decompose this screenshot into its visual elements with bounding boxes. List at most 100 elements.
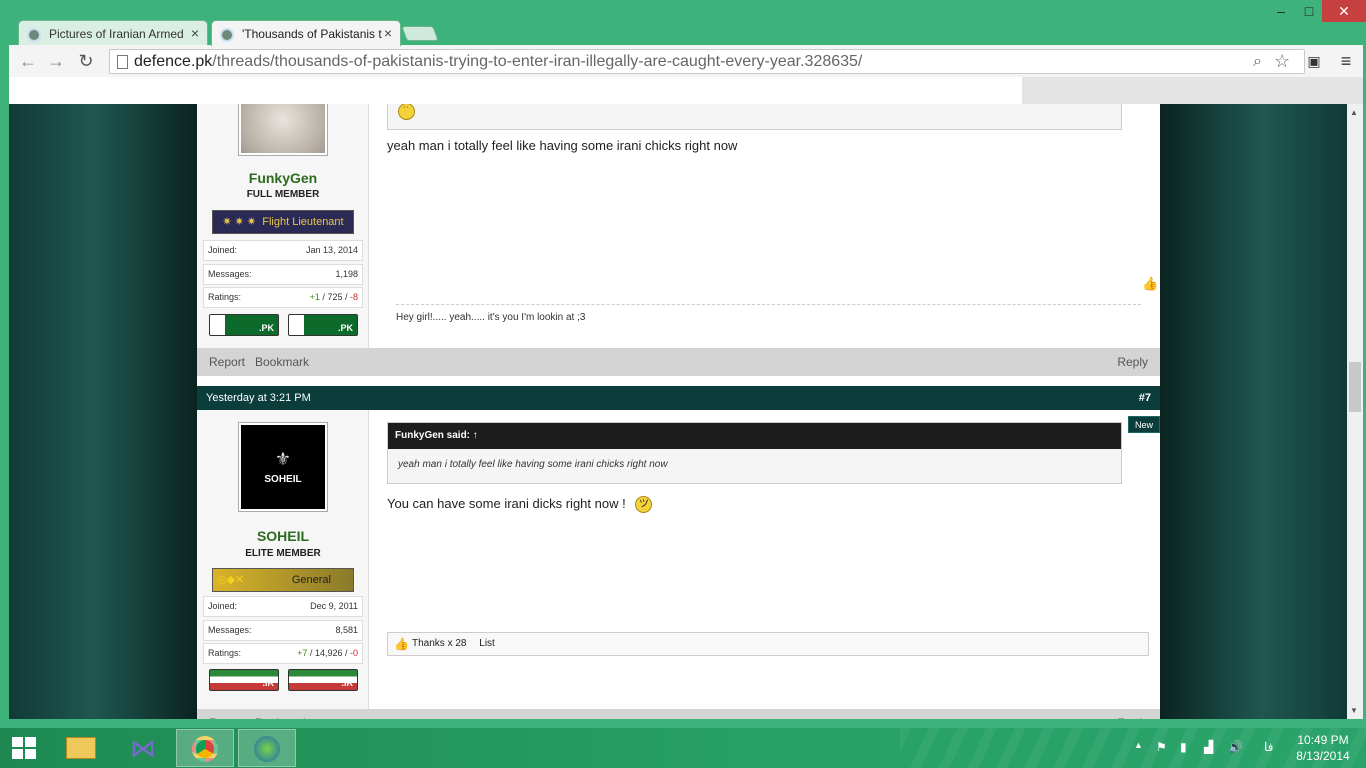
post-message-text: You can have some irani dicks right now … [387,496,626,511]
url-domain: defence.pk [134,53,213,70]
stat-label: Messages: [208,625,252,635]
avatar[interactable] [238,104,328,156]
tab-title: Pictures of Iranian Armed [49,27,184,41]
smiley-icon: ˙˙ [398,104,415,120]
tab-pictures-iranian-armed[interactable]: Pictures of Iranian Armed × [18,20,208,46]
quote-author[interactable]: FunkyGen said: ↑ [388,423,1121,449]
username[interactable]: FunkyGen [197,170,369,186]
page-background-left [9,104,197,719]
url-path: /threads/thousands-of-pakistanis-trying-… [212,53,863,70]
rank-badge: ✷ ✷ ✷ Flight Lieutenant [212,210,354,234]
scroll-up-icon[interactable]: ▲ [1350,108,1358,117]
post-soheil: ⚜ SOHEIL SOHEIL ELITE MEMBER ◎◆✕ General… [197,410,1160,719]
reload-icon[interactable]: ↻ [75,51,97,73]
site-favicon-icon [220,28,234,42]
reply-link[interactable]: Reply [1117,348,1148,376]
stat-value: +1 / 725 / -8 [309,292,358,302]
stat-value: +7 / 14,926 / -0 [297,648,358,658]
windows-taskbar: ⋈ ▲ ⚑ ▮ ▟ 🔊 فا 10:49 PM 8/13/2014 [0,728,1366,768]
file-explorer-icon[interactable] [52,729,110,767]
volume-icon[interactable]: 🔊 [1228,740,1243,754]
forward-arrow-icon[interactable]: → [45,51,67,73]
page-scrollbar[interactable]: ▲ ▼ [1347,104,1363,719]
extension-icon[interactable]: ▣ [1303,51,1325,73]
menu-icon[interactable]: ≡ [1335,51,1357,73]
post-footer: Report Bookmark Reply [197,348,1160,376]
action-center-flag-icon[interactable]: ⚑ [1156,740,1167,754]
new-tab-button[interactable] [401,26,439,41]
user-title: FULL MEMBER [246,189,320,200]
search-icon[interactable]: ⌕ [1253,53,1262,71]
language-indicator[interactable]: فا [1264,740,1273,754]
power-icon[interactable]: ▮ [1180,740,1187,754]
windows-start-icon[interactable] [12,737,36,759]
post-time[interactable]: Yesterday at 3:21 PM [206,392,311,404]
tab-strip: Pictures of Iranian Armed × 'Thousands o… [0,0,1366,46]
stat-value: 8,581 [335,625,358,635]
user-info-panel: ⚜ SOHEIL SOHEIL ELITE MEMBER ◎◆✕ General… [197,410,369,710]
show-hidden-icons[interactable]: ▲ [1134,740,1143,750]
stat-ratings: Ratings: +7 / 14,926 / -0 [203,643,363,664]
scrollbar-thumb[interactable] [1349,362,1361,412]
rank-insignia-icon: ◎◆✕ [217,574,245,586]
like-icon[interactable]: 👍 [1142,276,1158,292]
quote-text: yeah man i totally feel like having some… [398,459,668,470]
user-info-panel: FunkyGen FULL MEMBER ✷ ✷ ✷ Flight Lieute… [197,104,369,348]
maximize-button[interactable]: □ [1294,0,1324,22]
tab-close-icon[interactable]: × [384,25,392,41]
stat-label: Ratings: [208,292,242,302]
stat-value: Dec 9, 2011 [310,601,358,611]
bookmark-star-icon[interactable]: ☆ [1274,51,1290,72]
reply-link[interactable]: Reply [1117,709,1148,719]
report-link[interactable]: Report [209,709,245,719]
page-background-right [1159,104,1347,719]
post-number[interactable]: #7 [1139,386,1151,410]
minimize-button[interactable]: – [1266,0,1296,22]
country-flag-pk: .PK [209,314,279,336]
rating-negative: -8 [349,292,358,302]
country-flag-ir: .IR [209,669,279,691]
bookmark-link[interactable]: Bookmark [255,348,309,376]
back-arrow-icon[interactable]: ← [17,51,39,73]
tab-thousands-of-pakistanis[interactable]: 'Thousands of Pakistanis t × [211,20,401,46]
rank-label: Flight Lieutenant [262,216,344,228]
stat-value: 1,198 [335,269,358,279]
tab-title: 'Thousands of Pakistanis t [242,27,382,41]
chrome-icon[interactable] [176,729,234,767]
visual-studio-icon[interactable]: ⋈ [114,729,172,767]
stat-messages: Messages: 8,581 [203,620,363,641]
clock-time: 10:49 PM [1297,733,1349,747]
tab-close-icon[interactable]: × [191,25,199,41]
post-footer: Report Bookmark Reply [197,709,1160,719]
laughing-smiley-icon: ツ [635,496,653,514]
rank-label: General [291,574,331,586]
address-bar[interactable]: defence.pk/threads/thousands-of-pakistan… [109,49,1305,74]
close-window-button[interactable]: ✕ [1322,0,1366,22]
post-header: Yesterday at 3:21 PM #7 [197,386,1160,410]
web-page: FunkyGen FULL MEMBER ✷ ✷ ✷ Flight Lieute… [9,104,1347,719]
stat-label: Joined: [208,601,238,611]
page-icon [117,55,128,69]
thumbs-up-icon: 👍 [394,637,409,651]
bookmark-link[interactable]: Bookmark [255,709,309,719]
url-text[interactable]: defence.pk/threads/thousands-of-pakistan… [134,53,862,71]
thanks-list-link[interactable]: List [479,638,495,649]
stat-joined: Joined: Dec 9, 2011 [203,596,363,617]
scroll-down-icon[interactable]: ▼ [1350,706,1358,715]
faravahar-icon: ⚜ [274,449,292,469]
thread-content: FunkyGen FULL MEMBER ✷ ✷ ✷ Flight Lieute… [197,104,1160,719]
country-flag-pk: .PK [288,314,358,336]
network-signal-icon[interactable]: ▟ [1204,740,1213,754]
stat-label: Joined: [208,245,238,255]
avatar[interactable]: ⚜ SOHEIL [238,422,328,512]
report-link[interactable]: Report [209,348,245,376]
clock-date: 8/13/2014 [1296,749,1350,763]
system-clock[interactable]: 10:49 PM 8/13/2014 [1290,732,1356,764]
quote-block: FunkyGen said: ↑ yeah man i totally feel… [387,422,1122,484]
download-manager-icon[interactable] [238,729,296,767]
post-message: You can have some irani dicks right now … [387,496,653,514]
signature: Hey girl!..... yeah..... it's you I'm lo… [396,304,1141,323]
post-message: yeah man i totally feel like having some… [387,138,738,153]
rating-positive: +1 [309,292,320,302]
username[interactable]: SOHEIL [197,528,369,544]
